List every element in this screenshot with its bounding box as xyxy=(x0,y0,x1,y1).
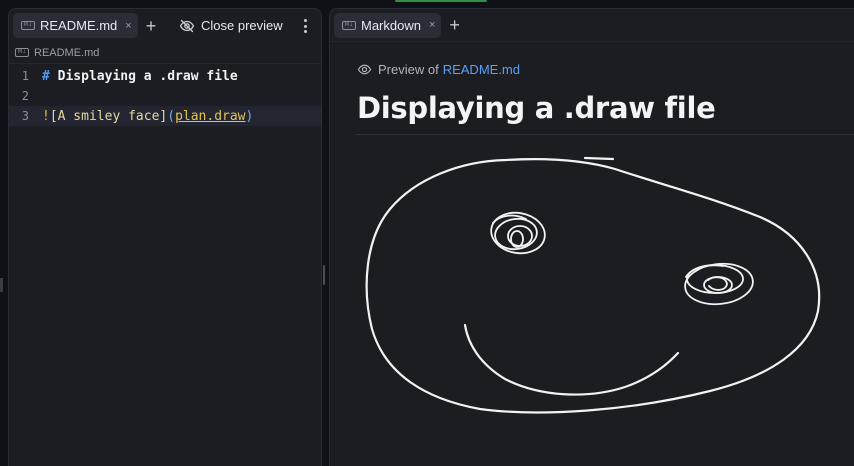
active-indicator xyxy=(395,0,487,2)
markdown-icon: M↓ xyxy=(342,20,356,30)
preview-pane: M↓ Markdown × + Preview of README.md Dis… xyxy=(329,8,854,466)
pane-splitter[interactable] xyxy=(323,265,325,285)
image-bang: ! xyxy=(42,108,50,124)
preview-of-label: Preview of README.md xyxy=(357,62,520,77)
face-outline xyxy=(365,158,821,414)
image-alt-text: [A smiley face] xyxy=(49,108,168,124)
breadcrumb-file[interactable]: README.md xyxy=(34,47,99,59)
left-resize-handle[interactable] xyxy=(0,278,3,292)
heading-marker: # xyxy=(42,68,50,84)
code-editor[interactable]: 1 # Displaying a .draw file 2 3 ![A smil… xyxy=(9,64,321,126)
image-link[interactable]: plan.draw xyxy=(175,109,245,124)
open-paren: ( xyxy=(167,108,176,124)
add-tab-button[interactable]: + xyxy=(146,17,157,35)
add-tab-button[interactable]: + xyxy=(449,16,460,34)
preview-tabbar: M↓ Markdown × + xyxy=(330,9,854,42)
heading-text: Displaying a .draw file xyxy=(49,68,238,84)
close-preview-button[interactable]: Close preview xyxy=(179,9,283,42)
preview-source-link[interactable]: README.md xyxy=(443,62,520,77)
line-number: 1 xyxy=(21,69,29,83)
tab-markdown[interactable]: M↓ Markdown × xyxy=(334,12,442,38)
markdown-icon: M↓ xyxy=(15,48,29,57)
right-eye xyxy=(684,262,754,306)
close-tab-icon[interactable]: × xyxy=(429,19,435,31)
close-tab-icon[interactable]: × xyxy=(125,20,131,32)
close-paren: ) xyxy=(245,108,254,124)
line-number: 2 xyxy=(21,89,29,103)
tab-label: Markdown xyxy=(361,17,421,33)
kebab-menu-icon[interactable] xyxy=(301,17,309,35)
face-outline-top xyxy=(583,156,615,161)
close-preview-label: Close preview xyxy=(201,18,283,33)
code-line-3: 3 ![A smiley face](plan.draw) xyxy=(9,106,321,126)
smile xyxy=(463,323,680,396)
preview-heading: Displaying a .draw file xyxy=(357,91,716,125)
line-number: 3 xyxy=(21,109,29,123)
tab-readme[interactable]: M↓ README.md × xyxy=(13,13,138,38)
editor-pane: M↓ README.md × + Close preview M↓ README… xyxy=(8,8,322,466)
left-eye xyxy=(490,211,546,255)
eye-icon xyxy=(357,64,372,75)
breadcrumb: M↓ README.md xyxy=(9,42,321,64)
preview-of-prefix: Preview of xyxy=(378,62,439,77)
code-line-2: 2 xyxy=(9,86,321,106)
smiley-drawing xyxy=(365,156,821,414)
tab-label: README.md xyxy=(40,18,118,33)
editor-tabbar: M↓ README.md × + Close preview xyxy=(9,9,321,42)
markdown-icon: M↓ xyxy=(21,21,35,30)
code-line-1: 1 # Displaying a .draw file xyxy=(9,66,321,86)
eye-off-icon xyxy=(179,19,195,32)
heading-divider xyxy=(356,134,854,135)
